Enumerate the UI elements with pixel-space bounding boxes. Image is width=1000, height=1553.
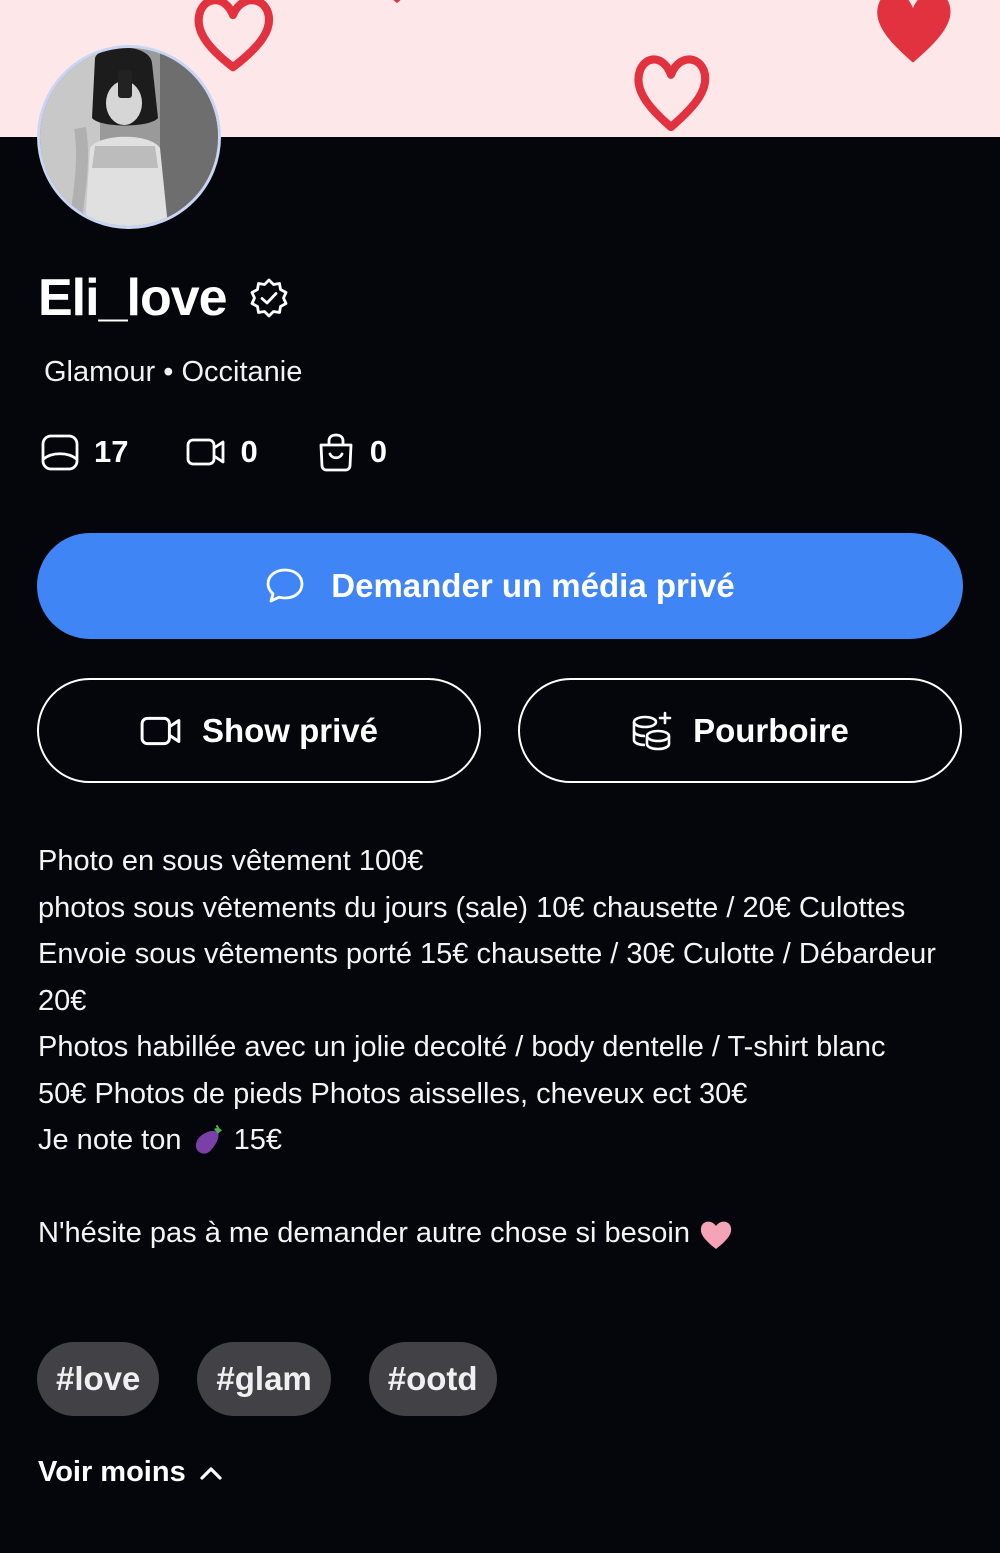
- profile-stats: 17 0 0: [40, 432, 445, 472]
- avatar[interactable]: [37, 45, 221, 229]
- profile-bio: Photo en sous vêtement 100€ photos sous …: [38, 838, 938, 1257]
- bio-line: Photos habillée avec un jolie decolté / …: [38, 1031, 886, 1110]
- tag-chip[interactable]: #ootd: [368, 1342, 497, 1416]
- coins-plus-icon: [632, 711, 672, 750]
- photo-icon: [41, 434, 79, 471]
- tip-button[interactable]: Pourboire: [518, 678, 962, 783]
- heart-filled-icon: [877, 0, 951, 63]
- bio-line-text: Je note ton: [38, 1124, 182, 1156]
- chevron-up-icon: [200, 1466, 222, 1480]
- private-show-label: Show privé: [201, 711, 379, 749]
- stat-products: 0: [316, 432, 387, 472]
- stat-photos-count: 17: [94, 434, 129, 469]
- eggplant-emoji-icon: [195, 1125, 222, 1154]
- video-camera-icon: [187, 438, 225, 466]
- profile-subtitle: Glamour • Occitanie: [44, 356, 303, 388]
- tag-list: #love #glam #ootd: [37, 1342, 535, 1416]
- chat-bubble-icon: [266, 568, 304, 603]
- request-private-media-button[interactable]: Demander un média privé: [37, 533, 963, 639]
- shopping-bag-icon: [319, 433, 353, 472]
- request-private-media-label: Demander un média privé: [331, 567, 735, 604]
- profile-header: Eli_love: [38, 268, 289, 328]
- see-less-label: Voir moins: [38, 1456, 186, 1488]
- bio-line: Je note ton 15€: [38, 1117, 938, 1164]
- bio-line: photos sous vêtements du jours (sale) 10…: [38, 891, 906, 924]
- heart-outline-icon: [194, 0, 273, 72]
- stat-products-count: 0: [369, 434, 387, 469]
- verified-badge-icon: [250, 278, 287, 318]
- bio-line: Photo en sous vêtement 100€: [38, 845, 424, 877]
- tip-label: Pourboire: [693, 711, 849, 749]
- username: Eli_love: [38, 269, 228, 327]
- private-show-button[interactable]: Show privé: [37, 678, 481, 783]
- see-less-toggle[interactable]: Voir moins: [38, 1456, 224, 1489]
- bio-line-text: 15€: [233, 1124, 283, 1156]
- heart-filled-icon: [393, 0, 401, 3]
- tag-chip[interactable]: #love: [37, 1342, 160, 1416]
- stat-photos: 17: [40, 432, 128, 472]
- tag-chip[interactable]: #glam: [197, 1342, 331, 1416]
- bio-closing-text: N'hésite pas à me demander autre chose s…: [38, 1217, 690, 1249]
- stat-videos-count: 0: [240, 434, 258, 469]
- bio-closing: N'hésite pas à me demander autre chose s…: [38, 1210, 938, 1257]
- heart-outline-icon: [634, 55, 710, 132]
- stat-videos: 0: [186, 432, 258, 472]
- video-camera-icon: [140, 716, 181, 745]
- avatar-photo: [40, 48, 218, 226]
- pink-heart-emoji-icon: [700, 1221, 732, 1250]
- bio-line: Envoie sous vêtements porté 15€ chausett…: [38, 938, 936, 1017]
